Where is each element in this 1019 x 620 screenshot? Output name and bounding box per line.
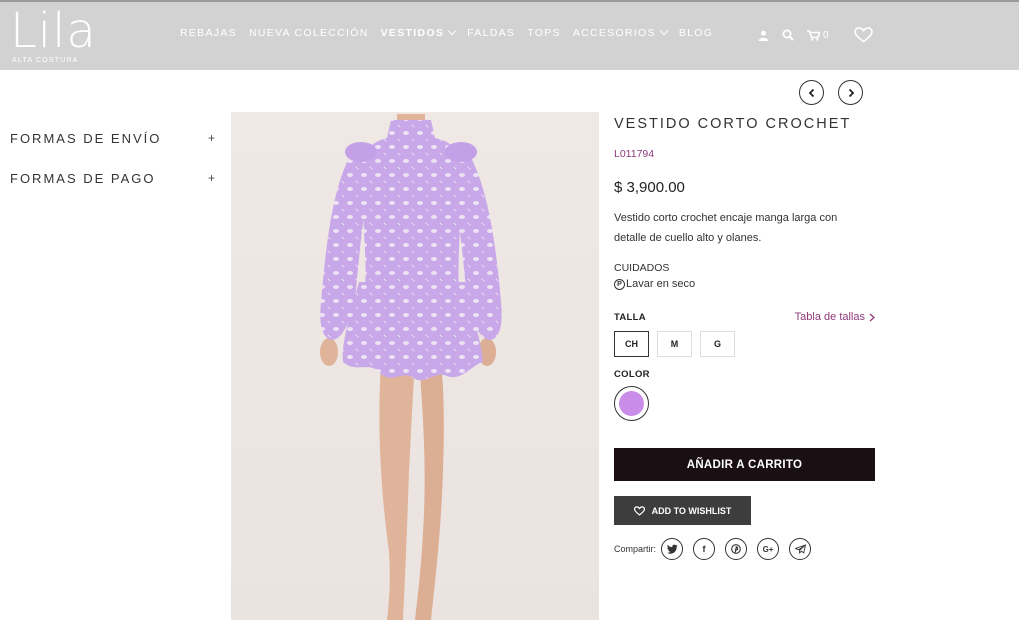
size-table-link[interactable]: Tabla de tallas [795, 311, 876, 323]
telegram-icon[interactable] [789, 538, 812, 560]
care-heading: CUIDADOS [614, 262, 670, 274]
search-icon[interactable] [782, 29, 794, 41]
site-header: Lila ALTA COSTURA REBAJAS NUEVA COLECCIÓ… [0, 0, 1019, 70]
nav-item-nueva-coleccion[interactable]: NUEVA COLECCIÓN [249, 27, 369, 39]
product-price: $ 3,900.00 [614, 179, 685, 196]
size-option-m[interactable]: M [657, 331, 692, 357]
nav-item-vestidos[interactable]: VESTIDOS [380, 26, 457, 39]
nav-item-tops[interactable]: TOPS [527, 27, 561, 39]
share-bar: Compartir: f G+ [614, 538, 876, 560]
product-pager [799, 80, 863, 105]
size-option-g[interactable]: G [700, 331, 735, 357]
product-title: VESTIDO CORTO CROCHET [614, 116, 852, 132]
product-description: Vestido corto crochet encaje manga larga… [614, 212, 838, 244]
nav-label: ACCESORIOS [572, 27, 656, 39]
dry-clean-icon: P [614, 278, 625, 290]
sidebar-item-formas-de-pago[interactable]: FORMAS DE PAGO + [10, 158, 215, 198]
chevron-down-icon [659, 26, 669, 36]
care-instruction: P Lavar en seco [614, 278, 876, 290]
google-plus-icon[interactable]: G+ [757, 538, 780, 560]
chevron-left-icon [808, 88, 814, 97]
nav-label: FALDAS [467, 27, 516, 39]
plus-icon: + [207, 131, 215, 145]
header-actions: 0 [758, 27, 886, 43]
chevron-right-icon [869, 313, 875, 321]
nav-item-rebajas[interactable]: REBAJAS [180, 27, 237, 39]
twitter-icon[interactable] [661, 538, 684, 560]
nav-item-accesorios[interactable]: ACCESORIOS [572, 26, 669, 39]
wishlist-label: ADD TO WISHLIST [651, 505, 732, 516]
brand-name: Lila [10, 3, 97, 59]
brand-tagline: ALTA COSTURA [12, 57, 79, 64]
nav-label: NUEVA COLECCIÓN [248, 27, 369, 39]
product-image[interactable] [231, 112, 599, 620]
product-info: VESTIDO CORTO CROCHET L011794 $ 3,900.00… [614, 116, 876, 560]
size-label: TALLA [614, 311, 646, 323]
sidebar-item-label: FORMAS DE PAGO [10, 170, 156, 186]
facebook-icon[interactable]: f [693, 538, 716, 560]
add-to-wishlist-button[interactable]: ADD TO WISHLIST [614, 496, 751, 525]
heart-icon [633, 505, 645, 516]
color-label: COLOR [614, 369, 650, 380]
main-nav: REBAJAS NUEVA COLECCIÓN VESTIDOS FALDAS … [180, 26, 725, 39]
size-header: TALLA Tabla de tallas [614, 311, 876, 323]
sidebar-item-label: FORMAS DE ENVÍO [10, 130, 162, 146]
chevron-down-icon [447, 26, 457, 36]
brand-logo[interactable]: Lila ALTA COSTURA [10, 3, 97, 64]
heart-icon[interactable] [853, 27, 873, 43]
sidebar-item-formas-de-envio[interactable]: FORMAS DE ENVÍO + [10, 118, 215, 158]
nav-item-faldas[interactable]: FALDAS [467, 27, 515, 39]
color-swatch-fill [619, 391, 644, 416]
share-label: Compartir: [614, 544, 657, 554]
pinterest-icon[interactable] [725, 538, 748, 560]
cart-icon[interactable]: 0 [807, 30, 829, 41]
dress-illustration [320, 114, 502, 620]
plus-icon: + [207, 171, 215, 185]
user-icon[interactable] [758, 30, 769, 41]
nav-label: REBAJAS [180, 27, 237, 39]
care-instruction-label: Lavar en seco [626, 278, 696, 290]
prev-product-button[interactable] [799, 80, 824, 105]
size-options: CH M G [614, 331, 876, 357]
size-table-label: Tabla de tallas [794, 311, 865, 323]
nav-label: TOPS [527, 27, 561, 39]
info-sidebar: FORMAS DE ENVÍO + FORMAS DE PAGO + [10, 118, 215, 198]
size-option-ch[interactable]: CH [614, 331, 649, 357]
color-swatch[interactable] [614, 386, 649, 421]
cart-count: 0 [823, 29, 829, 41]
nav-label: VESTIDOS [380, 27, 445, 39]
nav-label: BLOG [678, 27, 714, 39]
add-to-cart-button[interactable]: AÑADIR A CARRITO [614, 448, 875, 481]
next-product-button[interactable] [838, 80, 863, 105]
nav-item-blog[interactable]: BLOG [679, 27, 713, 39]
product-sku: L011794 [614, 148, 655, 160]
chevron-right-icon [848, 88, 854, 97]
